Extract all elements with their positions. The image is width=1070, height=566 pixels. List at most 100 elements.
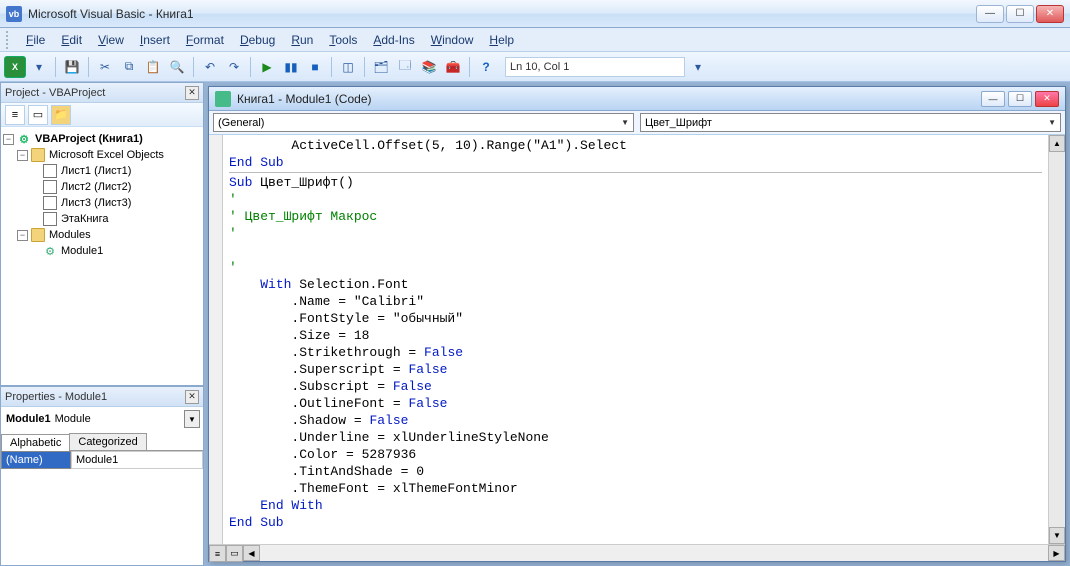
menu-insert[interactable]: Insert [132, 31, 178, 49]
design-mode-icon[interactable]: ◫ [337, 56, 359, 78]
view-object-icon[interactable]: ▭ [28, 105, 48, 125]
project-explorer-icon[interactable]: 🗂 [370, 56, 392, 78]
undo-icon[interactable]: ↶ [199, 56, 221, 78]
code-minimize-button[interactable]: — [981, 91, 1005, 107]
properties-panel-header[interactable]: Properties - Module1 ✕ [1, 387, 203, 407]
worksheet-icon [43, 180, 57, 194]
code-maximize-button[interactable]: ☐ [1008, 91, 1032, 107]
tree-folder-label: Microsoft Excel Objects [49, 149, 164, 161]
run-icon[interactable]: ▶ [256, 56, 278, 78]
property-value[interactable]: Module1 [71, 451, 203, 469]
tree-root[interactable]: − ⚙ VBAProject (Книга1) [3, 131, 201, 147]
reset-icon[interactable]: ■ [304, 56, 326, 78]
view-code-icon[interactable]: ≡ [5, 105, 25, 125]
vbaproject-icon: ⚙ [17, 132, 31, 146]
collapse-icon[interactable]: − [3, 134, 14, 145]
minimize-button[interactable]: — [976, 5, 1004, 23]
tree-item-sheet[interactable]: Лист1 (Лист1) [3, 163, 201, 179]
tab-categorized[interactable]: Categorized [69, 433, 146, 450]
scroll-left-icon[interactable]: ◀ [243, 545, 260, 561]
tree-item-label: Лист3 (Лист3) [61, 197, 131, 209]
menu-run[interactable]: Run [283, 31, 321, 49]
scroll-down-icon[interactable]: ▼ [1049, 527, 1065, 544]
menu-grip[interactable] [6, 31, 12, 49]
collapse-icon[interactable]: − [17, 230, 28, 241]
menu-view[interactable]: View [90, 31, 132, 49]
menu-window[interactable]: Window [423, 31, 482, 49]
excel-icon[interactable]: X [4, 56, 26, 78]
dropdown-icon[interactable]: ▾ [28, 56, 50, 78]
tab-alphabetic[interactable]: Alphabetic [1, 434, 70, 451]
object-dropdown[interactable]: (General) [213, 113, 634, 132]
code-window-title: Книга1 - Module1 (Code) [237, 92, 372, 106]
object-browser-icon[interactable]: 📚 [418, 56, 440, 78]
paste-icon[interactable]: 📋 [142, 56, 164, 78]
procedure-dropdown[interactable]: Цвет_Шрифт [640, 113, 1061, 132]
properties-grid[interactable]: (Name) Module1 [1, 451, 203, 565]
menu-add-ins[interactable]: Add-Ins [365, 31, 422, 49]
app-icon: vb [6, 6, 22, 22]
toolbar-overflow-icon[interactable]: ▾ [687, 56, 709, 78]
properties-object-selector[interactable]: Module1 Module ▼ [4, 410, 200, 428]
help-icon[interactable]: ? [475, 56, 497, 78]
break-icon[interactable]: ▮▮ [280, 56, 302, 78]
worksheet-icon [43, 196, 57, 210]
tree-item-label: ЭтаКнига [61, 213, 108, 225]
redo-icon[interactable]: ↷ [223, 56, 245, 78]
tree-item-sheet[interactable]: Лист2 (Лист2) [3, 179, 201, 195]
code-editor[interactable]: ActiveCell.Offset(5, 10).Range("A1").Sel… [223, 135, 1048, 544]
tree-folder-excel-objects[interactable]: − Microsoft Excel Objects [3, 147, 201, 163]
menu-format[interactable]: Format [178, 31, 232, 49]
app-titlebar: vb Microsoft Visual Basic - Книга1 — ☐ ✕ [0, 0, 1070, 28]
tree-item-label: Лист2 (Лист2) [61, 181, 131, 193]
project-panel-close-icon[interactable]: ✕ [185, 86, 199, 100]
menu-tools[interactable]: Tools [321, 31, 365, 49]
properties-panel-close-icon[interactable]: ✕ [185, 390, 199, 404]
tree-item-module[interactable]: ⚙Module1 [3, 243, 201, 259]
collapse-icon[interactable]: − [17, 150, 28, 161]
close-button[interactable]: ✕ [1036, 5, 1064, 23]
horizontal-scrollbar[interactable]: ◀ ▶ [243, 545, 1065, 561]
tree-item-sheet[interactable]: ЭтаКнига [3, 211, 201, 227]
tree-folder-modules[interactable]: − Modules [3, 227, 201, 243]
save-icon[interactable]: 💾 [61, 56, 83, 78]
window-buttons: — ☐ ✕ [976, 5, 1064, 23]
code-footer: ≡ ▭ ◀ ▶ [209, 544, 1065, 561]
properties-window-icon[interactable]: 🗔 [394, 56, 416, 78]
menu-debug[interactable]: Debug [232, 31, 283, 49]
copy-icon[interactable]: ⧉ [118, 56, 140, 78]
tree-item-sheet[interactable]: Лист3 (Лист3) [3, 195, 201, 211]
tree-item-label: Module1 [61, 245, 103, 257]
properties-panel-title: Properties - Module1 [5, 391, 107, 403]
tree-folder-label: Modules [49, 229, 91, 241]
project-explorer-panel: Project - VBAProject ✕ ≡ ▭ 📁 − ⚙ VBAProj… [0, 82, 204, 386]
maximize-button[interactable]: ☐ [1006, 5, 1034, 23]
property-row[interactable]: (Name) Module1 [1, 451, 203, 469]
project-tree[interactable]: − ⚙ VBAProject (Книга1) − Microsoft Exce… [1, 127, 203, 385]
toggle-folders-icon[interactable]: 📁 [51, 105, 71, 125]
object-dropdown-value: (General) [218, 117, 264, 129]
code-close-button[interactable]: ✕ [1035, 91, 1059, 107]
code-margin[interactable] [209, 135, 223, 544]
menu-bar: FileEditViewInsertFormatDebugRunToolsAdd… [0, 28, 1070, 52]
left-pane: Project - VBAProject ✕ ≡ ▭ 📁 − ⚙ VBAProj… [0, 82, 204, 566]
folder-icon [31, 228, 45, 242]
menu-help[interactable]: Help [481, 31, 522, 49]
module-icon [215, 91, 231, 107]
scroll-right-icon[interactable]: ▶ [1048, 545, 1065, 561]
project-panel-header[interactable]: Project - VBAProject ✕ [1, 83, 203, 103]
toolbox-icon[interactable]: 🧰 [442, 56, 464, 78]
properties-panel: Properties - Module1 ✕ Module1 Module ▼ … [0, 386, 204, 566]
code-titlebar[interactable]: Книга1 - Module1 (Code) — ☐ ✕ [209, 87, 1065, 111]
mdi-area: Книга1 - Module1 (Code) — ☐ ✕ (General) … [204, 82, 1070, 566]
dropdown-icon[interactable]: ▼ [184, 410, 200, 428]
cut-icon[interactable]: ✂ [94, 56, 116, 78]
scroll-up-icon[interactable]: ▲ [1049, 135, 1065, 152]
find-icon[interactable]: 🔍 [166, 56, 188, 78]
procedure-view-icon[interactable]: ≡ [209, 545, 226, 562]
vertical-scrollbar[interactable]: ▲ ▼ [1048, 135, 1065, 544]
menu-edit[interactable]: Edit [53, 31, 90, 49]
menu-file[interactable]: File [18, 31, 53, 49]
full-module-view-icon[interactable]: ▭ [226, 545, 243, 562]
tree-item-label: Лист1 (Лист1) [61, 165, 131, 177]
